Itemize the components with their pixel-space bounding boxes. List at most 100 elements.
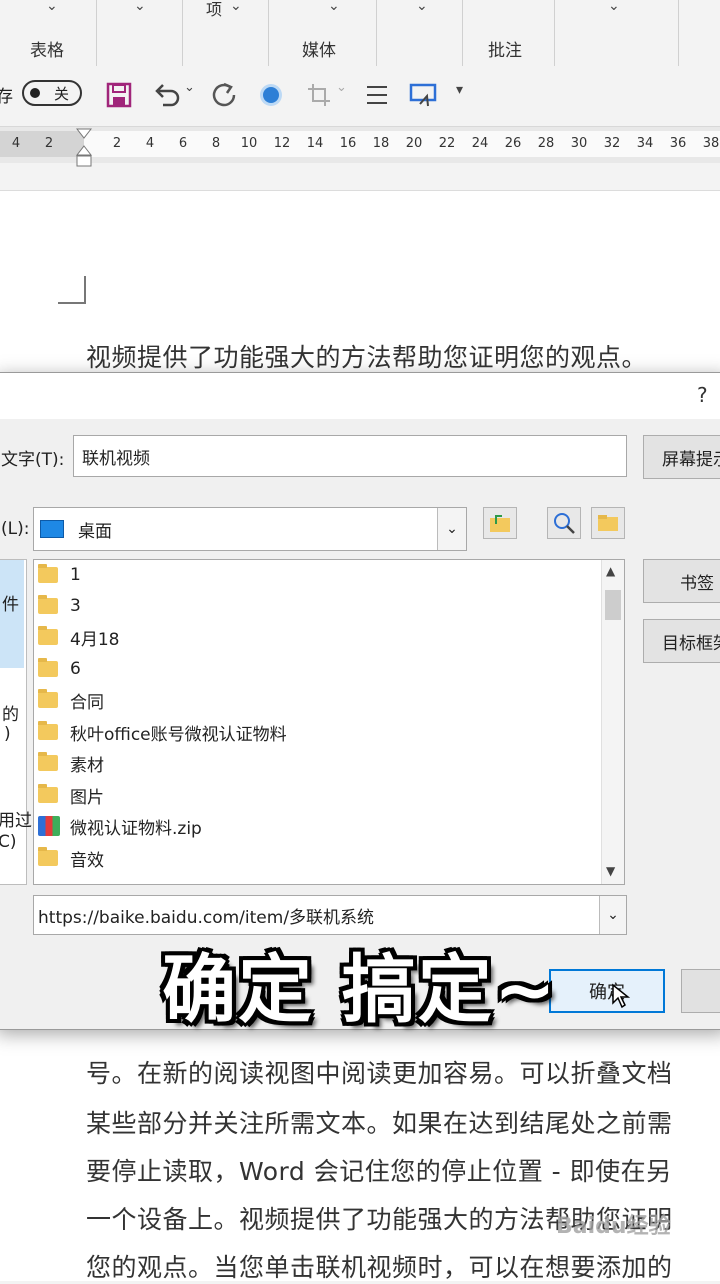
list-item[interactable]: 1 xyxy=(38,560,81,590)
screen-tip-label: 屏幕提示 xyxy=(662,449,720,470)
ribbon-group-label: 媒体 xyxy=(302,41,336,61)
folder-icon xyxy=(38,658,58,677)
save-icon[interactable] xyxy=(104,80,134,110)
file-name: 微视认证物料.zip xyxy=(70,818,202,839)
ruler-tick: 34 xyxy=(636,136,654,151)
folder-icon xyxy=(38,626,58,645)
file-name: 合同 xyxy=(70,692,104,713)
display-text-input[interactable]: 联机视频 xyxy=(73,435,627,477)
indent-marker-icon[interactable] xyxy=(76,128,92,168)
ribbon-group-label: 批注 xyxy=(488,41,522,61)
ribbon-group-2[interactable]: ⌄ xyxy=(96,0,183,66)
ruler-tick: 26 xyxy=(504,136,522,151)
link-to-label: C) xyxy=(0,832,17,852)
chevron-down-icon[interactable]: ⌄ xyxy=(134,0,146,14)
list-item[interactable]: 素材 xyxy=(38,748,104,778)
ribbon-group-comments[interactable]: 批注 xyxy=(462,0,555,66)
list-item[interactable]: 微视认证物料.zip xyxy=(38,811,202,841)
scrollbar-thumb[interactable] xyxy=(605,590,621,620)
ruler-tick: 12 xyxy=(273,136,291,151)
record-icon[interactable] xyxy=(256,80,286,110)
desktop-icon xyxy=(40,520,64,538)
file-name: 素材 xyxy=(70,755,104,776)
chevron-down-icon[interactable]: ⌄ xyxy=(608,0,620,14)
folder-icon xyxy=(38,847,58,866)
list-item[interactable]: 秋叶office账号微视认证物料 xyxy=(38,717,287,747)
toggle-label: 关 xyxy=(54,85,70,103)
undo-dropdown-icon[interactable]: ⌄ xyxy=(184,80,195,95)
ribbon-group-7[interactable]: ⌄ xyxy=(554,0,679,66)
crop-dropdown-icon[interactable]: ⌄ xyxy=(336,80,347,95)
video-caption: 确定 搞定~ xyxy=(162,947,558,1033)
ribbon-group-label: 表格 xyxy=(30,41,64,61)
browse-web-icon[interactable] xyxy=(547,507,581,539)
ruler-tick: 14 xyxy=(306,136,324,151)
list-item[interactable]: 图片 xyxy=(38,780,104,810)
file-name: 音效 xyxy=(70,850,104,871)
ribbon-group-5[interactable]: ⌄ xyxy=(376,0,463,66)
redo-icon[interactable] xyxy=(206,80,242,110)
presentation-icon[interactable] xyxy=(406,80,440,110)
ruler-tick: 30 xyxy=(570,136,588,151)
autosave-toggle[interactable]: 关 xyxy=(22,80,82,106)
file-name: 秋叶office账号微视认证物料 xyxy=(70,724,287,745)
link-to-pane[interactable]: 件 的 ) 用过 C) xyxy=(0,559,32,885)
file-name: 4月18 xyxy=(70,629,120,650)
link-to-label: ) xyxy=(4,724,11,744)
undo-icon[interactable] xyxy=(150,80,186,110)
ribbon-group-item[interactable]: 项 ⌄ xyxy=(182,0,269,66)
file-name: 图片 xyxy=(70,787,104,808)
dialog-titlebar[interactable] xyxy=(0,373,720,419)
browse-file-icon[interactable] xyxy=(591,507,625,539)
ruler-tick: 2 xyxy=(112,136,122,151)
target-frame-label: 目标框架 xyxy=(662,633,720,654)
bookmark-button[interactable]: 书签 xyxy=(643,559,720,603)
link-to-label: 用过 xyxy=(0,811,32,831)
ruler-tick: 8 xyxy=(211,136,221,151)
zip-archive-icon xyxy=(38,816,60,836)
list-item[interactable]: 3 xyxy=(38,591,81,621)
ruler-tick: 36 xyxy=(669,136,687,151)
chevron-down-icon[interactable]: ⌄ xyxy=(46,0,58,14)
document-line: 您的观点。当您单击联机视频时，可以在想要添加的 xyxy=(86,1253,673,1282)
folder-icon xyxy=(38,752,58,771)
align-icon[interactable] xyxy=(362,80,392,110)
look-in-select[interactable]: 桌面 ⌄ xyxy=(33,507,467,551)
display-text-label: 文字(T): xyxy=(1,450,65,470)
chevron-down-icon[interactable]: ⌄ xyxy=(230,0,242,14)
list-item[interactable]: 4月18 xyxy=(38,622,119,652)
scroll-down-icon[interactable]: ▼ xyxy=(606,864,615,878)
folder-icon xyxy=(38,689,58,708)
folder-icon xyxy=(38,564,58,583)
list-item[interactable]: 音效 xyxy=(38,843,104,873)
ruler-tick: 18 xyxy=(372,136,390,151)
chevron-down-icon[interactable]: ⌄ xyxy=(437,508,466,550)
file-list-scrollbar[interactable]: ▲ ▼ xyxy=(601,560,624,884)
target-frame-button[interactable]: 目标框架 xyxy=(643,619,720,663)
document-line: 某些部分并关注所需文本。如果在达到结尾处之前需 xyxy=(86,1109,673,1138)
list-item[interactable]: 合同 xyxy=(38,685,104,715)
help-button[interactable]: ? xyxy=(697,383,708,407)
screen-tip-button[interactable]: 屏幕提示 xyxy=(643,435,720,479)
address-input[interactable]: https://baike.baidu.com/item/多联机系统 ⌄ xyxy=(33,895,627,935)
quick-access-toolbar: 存 ⌄ ⌄ ▾ xyxy=(0,66,720,126)
ruler-tick: 2 xyxy=(44,136,54,151)
ruler-tick: 38 xyxy=(702,136,720,151)
customize-toolbar-icon[interactable]: ▾ xyxy=(456,82,463,98)
ruler-tick: 32 xyxy=(603,136,621,151)
horizontal-ruler[interactable]: 4 2 2 4 6 8 10 12 14 16 18 20 22 24 26 2… xyxy=(0,126,720,163)
chevron-down-icon[interactable]: ⌄ xyxy=(416,0,428,14)
list-item[interactable]: 6 xyxy=(38,654,81,684)
crop-icon[interactable] xyxy=(302,80,336,110)
up-folder-icon[interactable] xyxy=(483,507,517,539)
scroll-up-icon[interactable]: ▲ xyxy=(606,564,615,578)
file-list[interactable]: 1 3 4月18 6 合同 秋叶office账号微视认证物料 素材 图片 微视认… xyxy=(33,559,625,885)
folder-icon xyxy=(38,784,58,803)
ruler-tick: 4 xyxy=(11,136,21,151)
ribbon-group-media[interactable]: ⌄ 媒体 xyxy=(268,0,377,66)
ribbon-group-top-label: 项 xyxy=(206,0,223,19)
chevron-down-icon[interactable]: ⌄ xyxy=(328,0,340,14)
ruler-tick: 16 xyxy=(339,136,357,151)
chevron-down-icon[interactable]: ⌄ xyxy=(599,896,626,934)
ribbon-group-table[interactable]: ⌄ 表格 xyxy=(0,0,97,66)
